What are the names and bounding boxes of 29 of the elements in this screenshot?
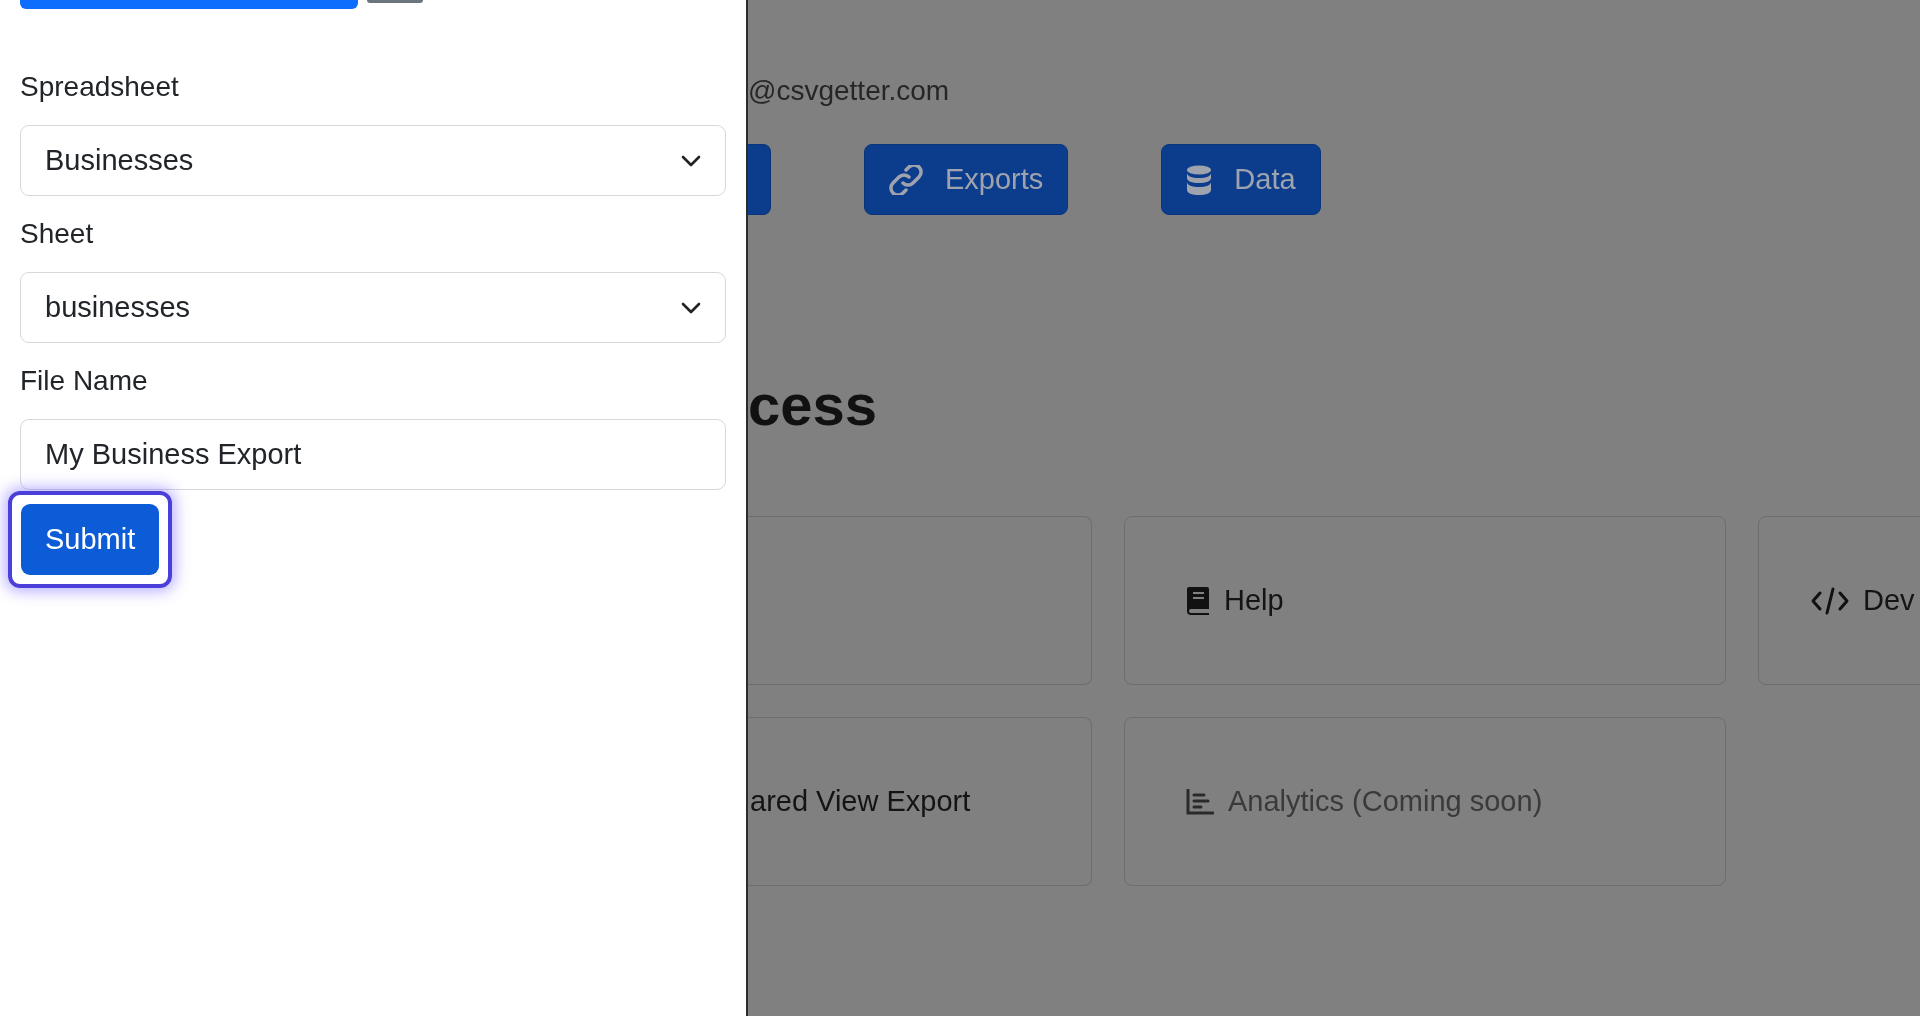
submit-button[interactable]: Submit (21, 504, 160, 575)
field-label: File Name (20, 365, 149, 397)
link-card[interactable]: Dev (1758, 516, 1920, 685)
database-icon (1186, 164, 1213, 195)
button[interactable] (367, 0, 423, 3)
card-label: ared View Export (750, 785, 971, 818)
nav-button[interactable] (748, 144, 771, 215)
chevron-down-icon (681, 154, 701, 167)
chevron-down-icon (681, 301, 701, 314)
link-card[interactable]: Help (1124, 516, 1726, 685)
section-heading: cess (748, 371, 879, 439)
text-field[interactable]: My Business Export (20, 419, 726, 490)
nav-button[interactable]: Data (1161, 144, 1321, 215)
card-label: Analytics (Coming soon) (1228, 785, 1543, 818)
card-label: Dev (1863, 584, 1915, 617)
button[interactable] (20, 0, 358, 9)
card-label: Help (1224, 584, 1284, 617)
link-icon (889, 164, 923, 195)
code-icon (1811, 586, 1849, 615)
link-card[interactable]: ared View Export (748, 717, 1092, 886)
nav-button[interactable]: Exports (864, 144, 1069, 215)
select-field[interactable]: Businesses (20, 125, 726, 196)
bar-chart-icon (1186, 788, 1214, 815)
field-label: Spreadsheet (20, 71, 180, 103)
book-icon (1186, 586, 1210, 615)
field-label: Sheet (20, 218, 95, 250)
email-text: @csvgetter.com (748, 74, 951, 108)
select-field[interactable]: businesses (20, 272, 726, 343)
link-card[interactable] (748, 516, 1092, 685)
